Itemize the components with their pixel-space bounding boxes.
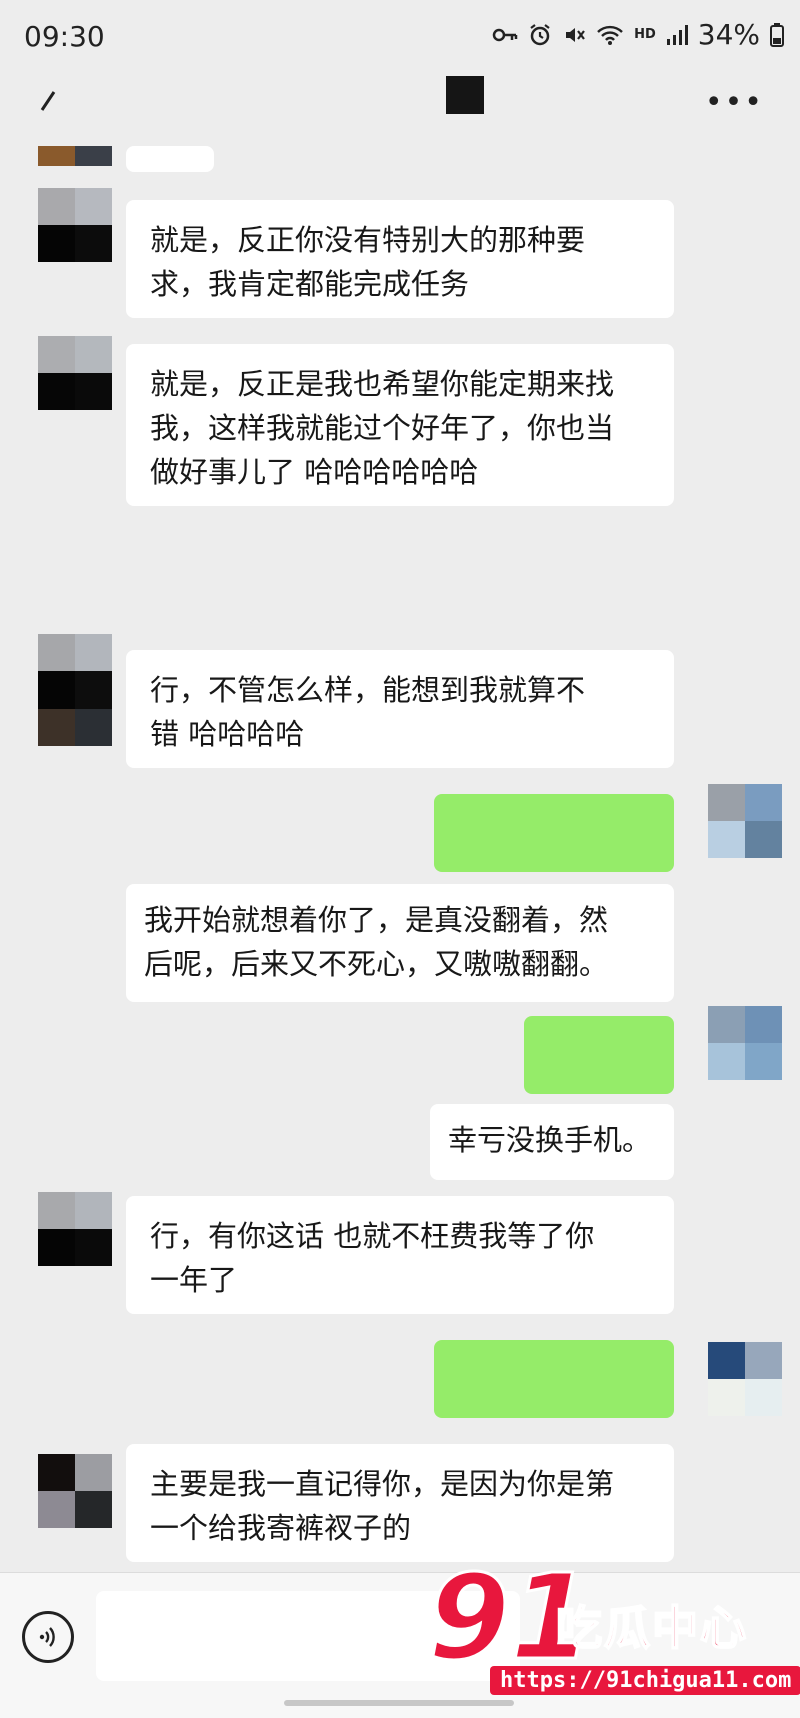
watermark: 91 吃瓜中心 https://91chigua11.com bbox=[426, 1557, 800, 1718]
avatar-self[interactable] bbox=[708, 1006, 782, 1080]
avatar[interactable] bbox=[38, 188, 112, 262]
avatar[interactable] bbox=[38, 1192, 112, 1266]
message-bubble-outgoing[interactable]: 幸亏没换手机。 bbox=[430, 1104, 674, 1180]
avatar[interactable] bbox=[38, 146, 112, 186]
voice-message-outgoing[interactable]: 7" bbox=[434, 1340, 674, 1482]
back-arrow-icon[interactable] bbox=[34, 86, 64, 116]
message-bubble-incoming[interactable]: 行，有你这话 也就不枉费我等了你 一年了 bbox=[126, 1196, 674, 1314]
more-dots-icon[interactable]: ••• bbox=[705, 88, 764, 118]
network-type: HD bbox=[634, 27, 656, 42]
message-bubble-incoming[interactable]: 主要是我一直记得你，是因为你是第 一个给我寄裤衩子的 bbox=[126, 1444, 674, 1562]
chat-title-redacted bbox=[446, 76, 484, 114]
status-time: 09:30 bbox=[24, 20, 105, 53]
voice-message-outgoing[interactable]: 2" bbox=[524, 1016, 674, 1158]
watermark-url: https://91chigua11.com bbox=[490, 1666, 800, 1695]
status-bar: 09:30 HD 34% bbox=[0, 0, 800, 72]
chat-header: ••• bbox=[0, 72, 800, 136]
avatar[interactable] bbox=[38, 1454, 112, 1528]
message-bubble-outgoing[interactable]: 我开始就想着你了，是真没翻着，然 后呢，后来又不死心，又嗷嗷翻翻。 bbox=[126, 884, 674, 1002]
home-indicator[interactable] bbox=[284, 1700, 514, 1706]
key-icon bbox=[492, 26, 518, 44]
message-bubble-incoming[interactable]: 就是，反正你没有特别大的那种要 求，我肯定都能完成任务 bbox=[126, 200, 674, 318]
message-bubble-incoming[interactable] bbox=[126, 146, 214, 172]
message-bubble-incoming[interactable]: 行，不管怎么样，能想到我就算不 错 哈哈哈哈 bbox=[126, 650, 674, 768]
signal-icon bbox=[666, 24, 688, 46]
avatar[interactable] bbox=[38, 336, 112, 410]
alarm-icon bbox=[528, 23, 552, 47]
wifi-icon bbox=[596, 24, 624, 46]
message-bubble-incoming[interactable]: 就是，反正是我也希望你能定期来找 我，这样我就能过个好年了，你也当 做好事儿了 … bbox=[126, 344, 674, 506]
avatar[interactable] bbox=[38, 634, 112, 746]
battery-icon bbox=[770, 22, 784, 47]
voice-input-icon[interactable] bbox=[22, 1611, 74, 1663]
avatar-self[interactable] bbox=[708, 784, 782, 858]
status-icons: HD 34% bbox=[492, 18, 784, 51]
avatar-self[interactable] bbox=[708, 1342, 782, 1416]
battery-percent: 34% bbox=[697, 18, 760, 51]
watermark-brand: 吃瓜中心 bbox=[555, 1600, 748, 1656]
voice-message-outgoing[interactable]: 7" bbox=[434, 794, 674, 936]
mute-icon bbox=[562, 23, 586, 47]
